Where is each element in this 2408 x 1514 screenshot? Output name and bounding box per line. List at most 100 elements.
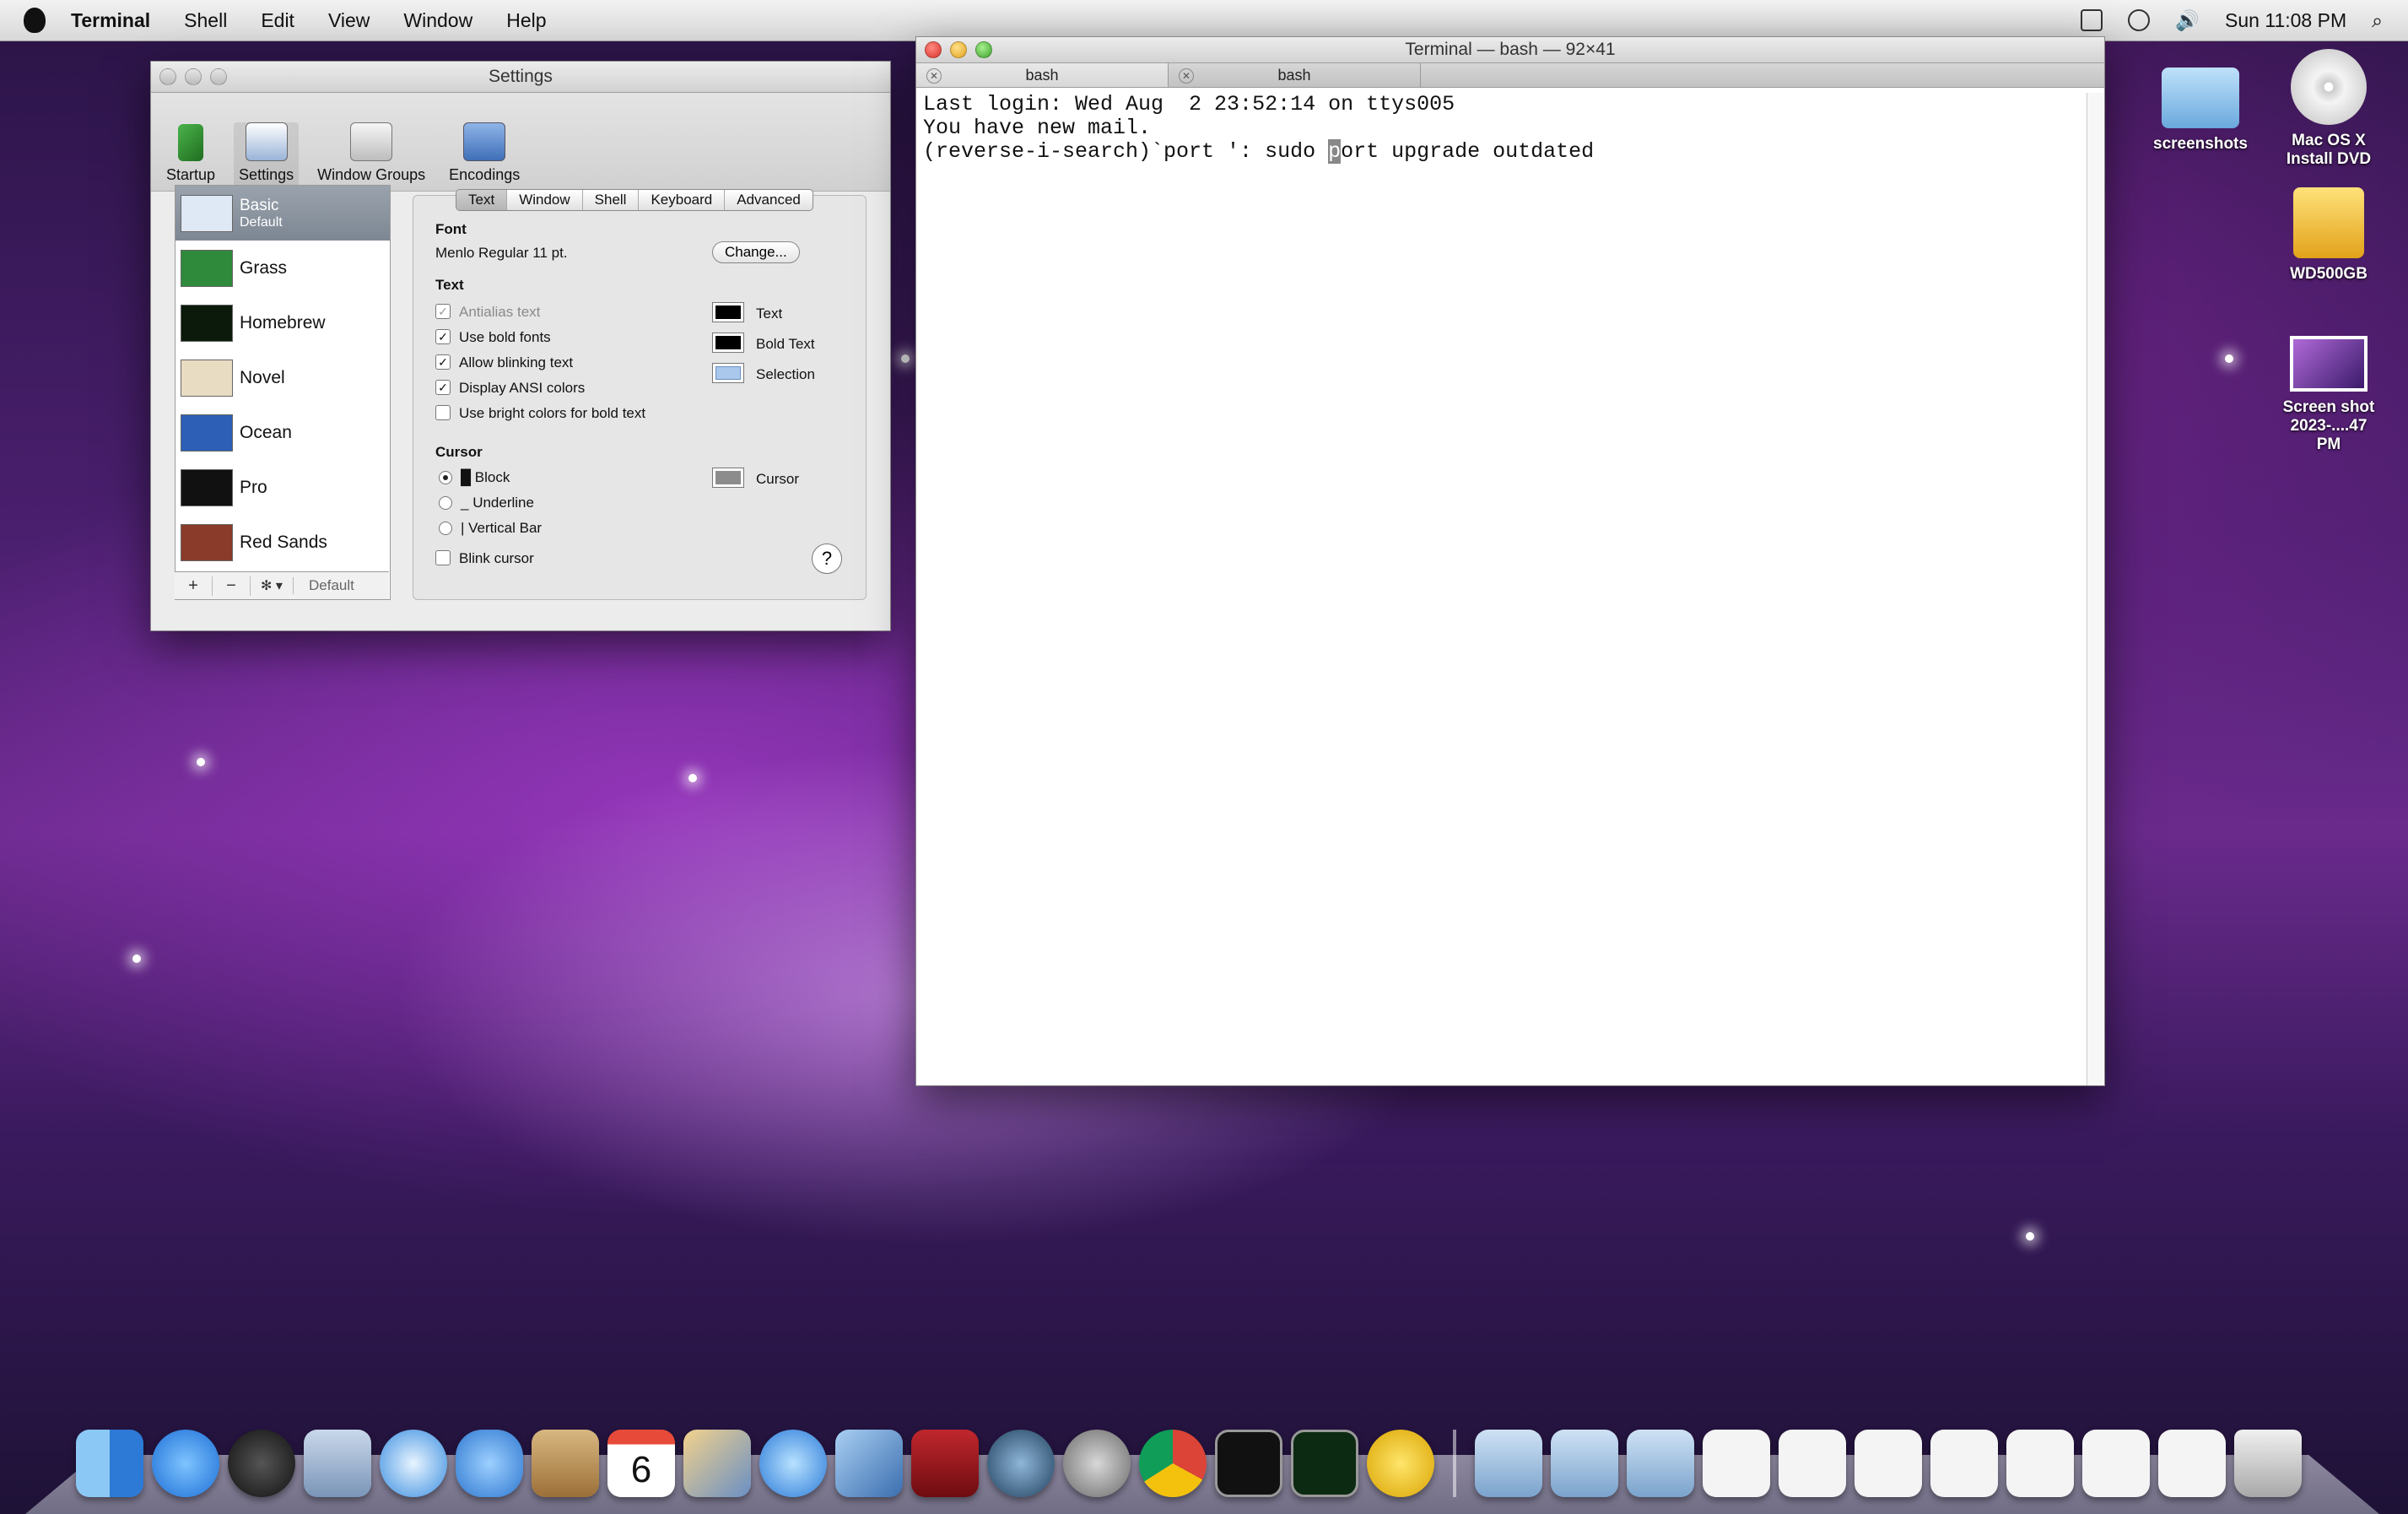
bright-bold-checkbox[interactable] xyxy=(435,405,451,420)
help-button[interactable]: ? xyxy=(812,543,842,574)
minimized-window-icon[interactable] xyxy=(2158,1430,2226,1497)
iphoto-icon[interactable] xyxy=(683,1430,751,1497)
downloads-folder-icon[interactable] xyxy=(1627,1430,1694,1497)
finder-icon[interactable] xyxy=(76,1430,143,1497)
app-store-icon[interactable] xyxy=(152,1430,219,1497)
address-book-icon[interactable] xyxy=(532,1430,599,1497)
cursor-underline-label: _ Underline xyxy=(461,495,534,511)
time-machine-icon[interactable] xyxy=(987,1430,1055,1497)
tab-advanced[interactable]: Advanced xyxy=(725,190,813,210)
spider-app-icon[interactable] xyxy=(1367,1430,1434,1497)
menu-app-name[interactable]: Terminal xyxy=(71,9,150,32)
terminal-output[interactable]: Last login: Wed Aug 2 23:52:14 on ttys00… xyxy=(916,88,2104,169)
cursor-block-label: █ Block xyxy=(461,469,510,485)
change-font-button[interactable]: Change... xyxy=(712,241,800,263)
time-machine-icon[interactable] xyxy=(2128,9,2151,31)
toolbar-window-groups[interactable]: Window Groups xyxy=(312,122,430,191)
minimized-window-icon[interactable] xyxy=(2082,1430,2150,1497)
tab-shell[interactable]: Shell xyxy=(583,190,640,210)
profile-grass[interactable]: Grass xyxy=(175,241,390,295)
add-profile-button[interactable]: + xyxy=(175,576,213,596)
profile-pro[interactable]: Pro xyxy=(175,460,390,515)
minimized-window-icon[interactable] xyxy=(1930,1430,1998,1497)
minimized-window-icon[interactable] xyxy=(2006,1430,2074,1497)
menu-edit[interactable]: Edit xyxy=(261,9,294,32)
desktop-icon-screenshots[interactable]: screenshots xyxy=(2150,68,2251,154)
cursor-color-swatch[interactable] xyxy=(712,468,744,488)
toolbar-settings[interactable]: Settings xyxy=(234,122,300,191)
ansi-colors-checkbox[interactable]: ✓ xyxy=(435,380,451,395)
menu-window[interactable]: Window xyxy=(403,9,472,32)
gear-icon[interactable]: ✻ ▾ xyxy=(251,577,294,594)
photo-booth-icon[interactable] xyxy=(911,1430,979,1497)
spotlight-icon[interactable]: ⌕ xyxy=(2372,9,2383,32)
menu-help[interactable]: Help xyxy=(506,9,546,32)
input-menu-icon[interactable] xyxy=(2081,9,2103,31)
activity-monitor-icon[interactable] xyxy=(1291,1430,1358,1497)
toolbar-encodings[interactable]: Encodings xyxy=(444,122,525,191)
facetime-icon[interactable] xyxy=(456,1430,523,1497)
minimized-window-icon[interactable] xyxy=(1855,1430,1922,1497)
minimize-button[interactable] xyxy=(950,41,967,58)
terminal-scrollbar[interactable] xyxy=(2087,93,2104,1085)
terminal-tab-2[interactable]: ✕ bash xyxy=(1169,63,1421,87)
bold-text-color-swatch[interactable] xyxy=(712,333,744,353)
mail-icon[interactable] xyxy=(304,1430,371,1497)
settings-title: Settings xyxy=(489,67,553,86)
minimized-window-icon[interactable] xyxy=(1703,1430,1770,1497)
documents-folder-icon[interactable] xyxy=(1551,1430,1618,1497)
close-button[interactable] xyxy=(925,41,942,58)
profile-basic[interactable]: Basic Default xyxy=(175,186,390,241)
trash-icon[interactable] xyxy=(2234,1430,2302,1497)
chrome-icon[interactable] xyxy=(1139,1430,1207,1497)
menu-shell[interactable]: Shell xyxy=(184,9,227,32)
xcode-icon[interactable] xyxy=(835,1430,903,1497)
selection-color-swatch[interactable] xyxy=(712,363,744,383)
tab-window[interactable]: Window xyxy=(507,190,583,210)
default-button[interactable]: Default xyxy=(309,577,354,594)
close-tab-icon[interactable]: ✕ xyxy=(1179,68,1194,84)
profile-thumbnail xyxy=(181,249,233,287)
volume-icon[interactable]: 🔊 xyxy=(2175,9,2200,32)
minimized-window-icon[interactable] xyxy=(1779,1430,1846,1497)
toolbar-startup[interactable]: Startup xyxy=(161,124,220,191)
menu-view[interactable]: View xyxy=(328,9,370,32)
minimize-button[interactable] xyxy=(185,68,202,85)
profile-red-sands[interactable]: Red Sands xyxy=(175,515,390,570)
remove-profile-button[interactable]: − xyxy=(213,576,251,596)
cursor-underline-radio[interactable] xyxy=(439,496,452,510)
blinking-text-checkbox[interactable]: ✓ xyxy=(435,354,451,370)
terminal-tab-1[interactable]: ✕ bash xyxy=(916,63,1169,87)
applications-folder-icon[interactable] xyxy=(1475,1430,1542,1497)
profile-novel[interactable]: Novel xyxy=(175,350,390,405)
tab-keyboard[interactable]: Keyboard xyxy=(639,190,726,210)
cursor-heading: Cursor xyxy=(435,444,483,460)
tab-text[interactable]: Text xyxy=(456,190,508,210)
desktop-icon-screenshot-file[interactable]: Screen shot 2023-....47 PM xyxy=(2278,336,2379,454)
menu-clock[interactable]: Sun 11:08 PM xyxy=(2225,9,2346,32)
bold-fonts-checkbox[interactable]: ✓ xyxy=(435,329,451,344)
text-color-swatch[interactable] xyxy=(712,302,744,322)
cursor-vertical-bar-radio[interactable] xyxy=(439,522,452,535)
close-button[interactable] xyxy=(159,68,176,85)
terminal-title: Terminal — bash — 92×41 xyxy=(1405,40,1616,59)
itunes-icon[interactable] xyxy=(759,1430,827,1497)
profile-name: Ocean xyxy=(240,422,292,442)
zoom-button[interactable] xyxy=(975,41,992,58)
settings-titlebar[interactable]: Settings xyxy=(151,62,890,93)
apple-menu-icon[interactable] xyxy=(24,8,46,33)
zoom-button[interactable] xyxy=(210,68,227,85)
calendar-icon[interactable]: 6 xyxy=(607,1430,675,1497)
terminal-titlebar[interactable]: Terminal — bash — 92×41 xyxy=(916,37,2104,63)
terminal-icon[interactable] xyxy=(1215,1430,1282,1497)
desktop-icon-install-dvd[interactable]: Mac OS X Install DVD xyxy=(2278,49,2379,169)
profile-homebrew[interactable]: Homebrew xyxy=(175,295,390,350)
blink-cursor-checkbox[interactable] xyxy=(435,550,451,565)
dashboard-icon[interactable] xyxy=(228,1430,295,1497)
desktop-icon-wd500gb[interactable]: WD500GB xyxy=(2278,187,2379,284)
system-preferences-icon[interactable] xyxy=(1063,1430,1131,1497)
profile-ocean[interactable]: Ocean xyxy=(175,405,390,460)
safari-icon[interactable] xyxy=(380,1430,447,1497)
close-tab-icon[interactable]: ✕ xyxy=(926,68,942,84)
cursor-block-radio[interactable] xyxy=(439,471,452,484)
